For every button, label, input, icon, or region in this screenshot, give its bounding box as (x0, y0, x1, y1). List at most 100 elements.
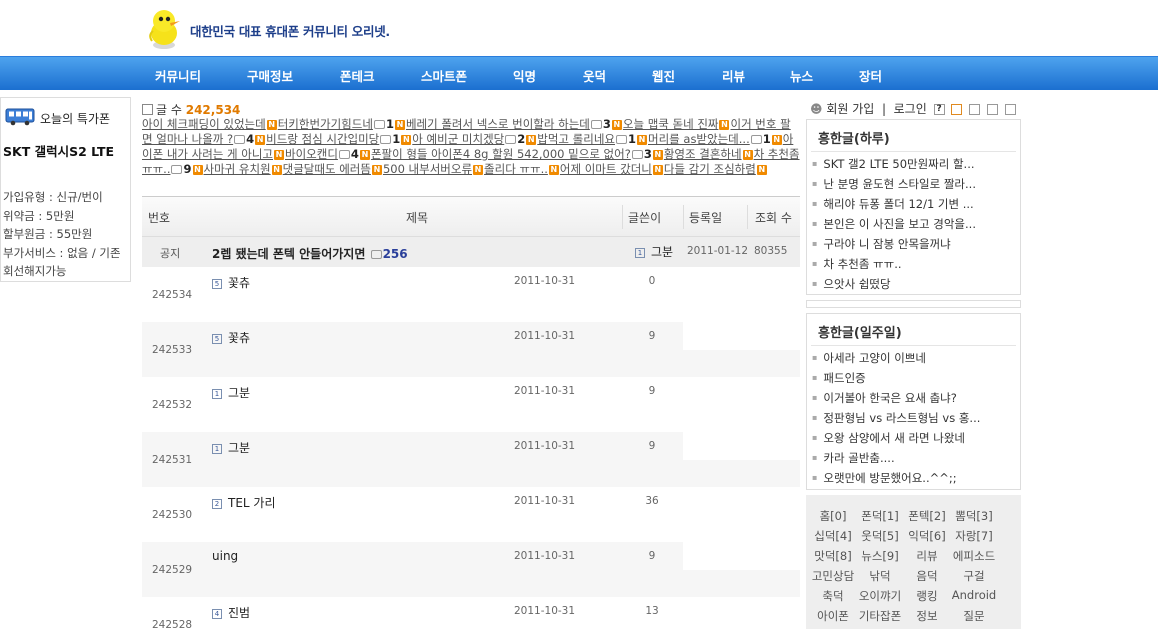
ticker-post-link[interactable]: 댓글달때도 에러뜸 (283, 162, 371, 176)
list-item[interactable]: 난 분명 윤도현 스타일로 짤라... (812, 174, 976, 194)
row-title-text[interactable]: 꽃츄 (228, 276, 250, 290)
help-icon[interactable]: ? (933, 104, 945, 115)
ticker-post-link[interactable]: 베레기 폴려서 넥스로 번이할라 하는데 (406, 117, 590, 131)
category-link[interactable]: 랭킹 (902, 588, 952, 604)
category-link[interactable]: Android (949, 588, 999, 602)
notice-title[interactable]: 2렙 됐는데 폰텍 안들어가지면 256 (212, 245, 408, 262)
category-link[interactable]: 익덕[6] (902, 528, 952, 544)
nav-humor[interactable]: 웃덕 (583, 66, 606, 85)
nav-community[interactable]: 커뮤니티 (155, 66, 201, 85)
notice-writer[interactable]: 1 그분 (635, 243, 673, 260)
list-item[interactable]: 이거볼아 한국은 요새 춥냐? (812, 388, 980, 408)
col-date[interactable]: 등록일 (689, 209, 722, 226)
row-title-text[interactable]: 그분 (228, 441, 250, 455)
row-title-text[interactable]: uing (212, 549, 238, 563)
table-row[interactable]: 242530 2 TEL 가리 2011-10-31 36 (142, 487, 800, 542)
nav-news[interactable]: 뉴스 (790, 66, 813, 85)
rss-icon[interactable] (951, 104, 963, 115)
table-row[interactable]: 242534 5 꽃츄 2011-10-31 0 (142, 267, 800, 322)
category-link[interactable]: 구걸 (949, 568, 999, 584)
notice-row[interactable]: 공지 2렙 됐는데 폰텍 안들어가지면 256 1 그분 2011-01-12 8… (142, 237, 800, 267)
row-title[interactable]: 5 꽃츄 (212, 274, 250, 291)
gallery-view-icon[interactable] (1004, 104, 1016, 115)
ticker-post-link[interactable]: 밥먹고 롤리네요 (537, 132, 615, 146)
category-link[interactable]: 맛덕[8] (808, 548, 858, 564)
category-link[interactable]: 웃덕[5] (855, 528, 905, 544)
category-link[interactable]: 자랑[7] (949, 528, 999, 544)
ticker-post-link[interactable]: 황영조 결혼하네 (664, 147, 742, 161)
col-writer[interactable]: 글쓴이 (628, 209, 661, 226)
ticker-post-link[interactable]: 비드랑 점심 시간입미당 (266, 132, 379, 146)
category-link[interactable]: 뽐덕[3] (949, 508, 999, 524)
list-item[interactable]: SKT 갤2 LTE 50만원짜리 할... (812, 154, 976, 174)
list-item[interactable]: 패드인증 (812, 368, 980, 388)
ticker-post-link[interactable]: 오늘 맵쿡 돋네 진짜 (623, 117, 719, 131)
join-link[interactable]: 회원 가입 (826, 102, 874, 116)
category-link[interactable]: 폰텍[2] (902, 508, 952, 524)
ticker-post-link[interactable]: 졸리다 ㅠㅠ.. (484, 162, 548, 176)
list-item[interactable]: 본인은 이 사진을 보고 경악을... (812, 214, 976, 234)
table-row[interactable]: 242529 uing 2011-10-31 9 (142, 542, 800, 597)
login-link[interactable]: 로그인 (894, 102, 927, 116)
notice-writer-name[interactable]: 그분 (651, 245, 673, 259)
row-title-text[interactable]: 그분 (228, 386, 250, 400)
nav-purchase-info[interactable]: 구매정보 (247, 66, 293, 85)
ticker-post-link[interactable]: 다들 감기 조심하렴 (664, 162, 756, 176)
table-row[interactable]: 242528 4 진범 2011-10-31 13 (142, 597, 800, 629)
category-link[interactable]: 홈[0] (808, 508, 858, 524)
category-link[interactable]: 기타잡폰 (855, 608, 905, 624)
list-view-icon[interactable] (969, 104, 981, 115)
nav-review[interactable]: 리뷰 (722, 66, 745, 85)
category-link[interactable]: 음덕 (902, 568, 952, 584)
ticker-post-link[interactable]: 바이오캔디 (285, 147, 338, 161)
category-link[interactable]: 뉴스[9] (855, 548, 905, 564)
special-phone-name[interactable]: SKT 갤럭시S2 LTE (3, 140, 129, 163)
webzine-view-icon[interactable] (987, 104, 999, 115)
category-link[interactable]: 질문 (949, 608, 999, 624)
row-title[interactable]: 1 그분 (212, 439, 250, 456)
row-title[interactable]: 2 TEL 가리 (212, 494, 276, 511)
category-link[interactable]: 정보 (902, 608, 952, 624)
ticker-post-link[interactable]: 500 내부서버오류 (383, 162, 472, 176)
duck-logo-icon[interactable] (140, 5, 188, 53)
row-title-text[interactable]: TEL 가리 (228, 496, 276, 510)
ticker-post-link[interactable]: 사마귀 유치원 (204, 162, 271, 176)
category-link[interactable]: 축덕 (808, 588, 858, 604)
category-link[interactable]: 에피소드 (949, 548, 999, 564)
nav-webzine[interactable]: 웹진 (652, 66, 675, 85)
list-item[interactable]: 구라야 니 잠봉 안목을꺼냐 (812, 234, 976, 254)
list-item[interactable]: 정판형님 vs 라스트형님 vs 홍... (812, 408, 980, 428)
ticker-post-link[interactable]: 폰팔이 형들 아이폰4 8g 할원 542,000 밑으로 없어? (371, 147, 631, 161)
category-link[interactable]: 낚덕 (855, 568, 905, 584)
row-title-text[interactable]: 꽃츄 (228, 331, 250, 345)
list-item[interactable]: 으앗사 쉽떴당 (812, 274, 976, 294)
row-title[interactable]: 4 진범 (212, 604, 250, 621)
category-link[interactable]: 오이꺄기 (855, 588, 905, 604)
list-item[interactable]: 오왕 삼양에서 새 라면 나왔네 (812, 428, 980, 448)
category-link[interactable]: 아이폰 (808, 608, 858, 624)
row-title[interactable]: uing (212, 549, 238, 563)
nav-market[interactable]: 장터 (859, 66, 882, 85)
ticker-post-link[interactable]: 아 예비군 미치겠당 (412, 132, 504, 146)
row-title-text[interactable]: 진범 (228, 606, 250, 620)
category-link[interactable]: 십덕[4] (808, 528, 858, 544)
nav-smartphone[interactable]: 스마트폰 (421, 66, 467, 85)
nav-anonymous[interactable]: 익명 (513, 66, 536, 85)
ticker-post-link[interactable]: 어제 이마트 갔더니 (560, 162, 652, 176)
notice-title-text[interactable]: 2렙 됐는데 폰텍 안들어가지면 (212, 247, 365, 261)
row-title[interactable]: 5 꽃츄 (212, 329, 250, 346)
category-link[interactable]: 폰덕[1] (855, 508, 905, 524)
col-hits[interactable]: 조회 수 (755, 209, 792, 226)
list-item[interactable]: 오랫만에 방문했어요..^^;; (812, 468, 980, 488)
ticker-post-link[interactable]: 터키한번가기힘드네 (278, 117, 373, 131)
nav-phone-tech[interactable]: 폰테크 (340, 66, 375, 85)
table-row[interactable]: 242532 1 그분 2011-10-31 9 (142, 377, 800, 432)
category-link[interactable]: 리뷰 (902, 548, 952, 564)
list-item[interactable]: 차 추천좀 ㅠㅠ.. (812, 254, 976, 274)
table-row[interactable]: 242533 5 꽃츄 2011-10-31 9 (142, 322, 800, 377)
table-row[interactable]: 242531 1 그분 2011-10-31 9 (142, 432, 800, 487)
list-item[interactable]: 아세라 고양이 이쁘네 (812, 348, 980, 368)
ticker-post-link[interactable]: 아이 체크패딩이 있었는데 (142, 117, 266, 131)
ticker-post-link[interactable]: 머리를 as받았는데... (648, 132, 750, 146)
category-link[interactable]: 고민상담 (808, 568, 858, 584)
